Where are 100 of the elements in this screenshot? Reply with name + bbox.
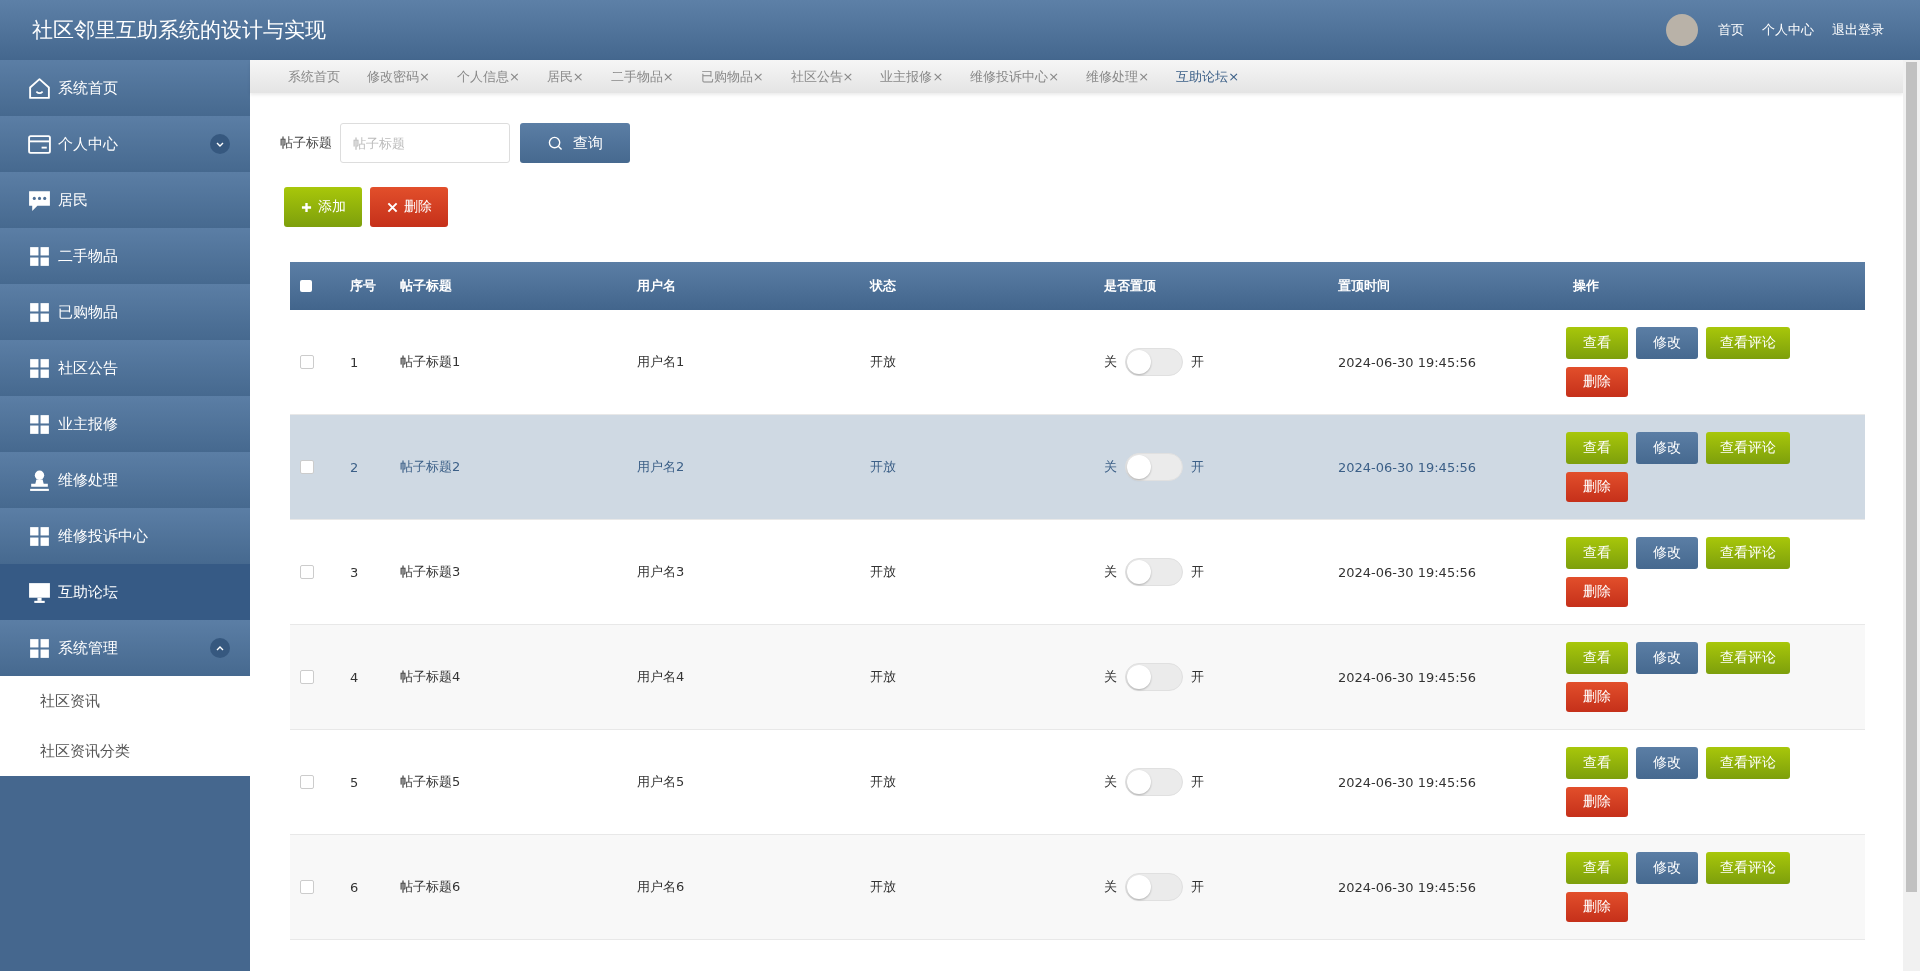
search-label: 帖子标题 xyxy=(280,134,332,152)
tab[interactable]: 维修处理× xyxy=(1086,67,1150,86)
row-checkbox[interactable] xyxy=(300,880,314,894)
switch-on-label: 开 xyxy=(1191,668,1204,686)
tab[interactable]: 业主报修× xyxy=(880,67,944,86)
delete-button[interactable]: 删除 xyxy=(1566,577,1628,607)
edit-button[interactable]: 修改 xyxy=(1636,747,1698,779)
toggle-switch[interactable] xyxy=(1125,873,1183,901)
sidebar-item[interactable]: 维修投诉中心 xyxy=(0,508,250,564)
delete-button[interactable]: 删除 xyxy=(1566,787,1628,817)
tab[interactable]: 二手物品× xyxy=(610,67,674,86)
tab[interactable]: 系统首页 xyxy=(288,67,340,86)
table-cell: 帖子标题1 xyxy=(400,353,461,371)
switch-off-label: 关 xyxy=(1104,878,1117,896)
row-checkbox[interactable] xyxy=(300,775,314,789)
avatar-icon[interactable] xyxy=(1666,14,1698,46)
table-cell: 用户名3 xyxy=(637,563,685,581)
switch-off-label: 关 xyxy=(1104,668,1117,686)
edit-button[interactable]: 修改 xyxy=(1636,327,1698,359)
tab[interactable]: 互助论坛× xyxy=(1176,67,1240,86)
table-cell: 2024-06-30 19:45:56 xyxy=(1338,459,1477,475)
sidebar-item[interactable]: 业主报修 xyxy=(0,396,250,452)
table-cell: 开放 xyxy=(870,668,896,686)
delete-button[interactable]: 删除 xyxy=(1566,367,1628,397)
column-header: 状态 xyxy=(868,277,897,295)
tab[interactable]: 社区公告× xyxy=(790,67,854,86)
switch-on-label: 开 xyxy=(1191,563,1204,581)
sidebar-item[interactable]: 居民 xyxy=(0,172,250,228)
toggle-switch[interactable] xyxy=(1125,558,1183,586)
column-header: 用户名 xyxy=(636,277,677,295)
sidebar-item[interactable]: 系统管理 xyxy=(0,620,250,676)
sidebar-item[interactable]: 个人中心 xyxy=(0,116,250,172)
switch-off-label: 关 xyxy=(1104,458,1117,476)
search-button[interactable]: 查询 xyxy=(520,123,630,163)
toggle-switch[interactable] xyxy=(1125,348,1183,376)
sidebar-item[interactable]: 互助论坛 xyxy=(0,564,250,620)
table-row[interactable]: 2 帖子标题2 用户名2 开放 关 开 2024-06-30 19:45:56 查看 修改 查看评论 删除 xyxy=(290,415,1865,520)
delete-button[interactable]: 删除 xyxy=(370,187,448,227)
delete-button[interactable]: 删除 xyxy=(1566,892,1628,922)
edit-button[interactable]: 修改 xyxy=(1636,642,1698,674)
toggle-switch[interactable] xyxy=(1125,663,1183,691)
sidebar-item[interactable]: 系统首页 xyxy=(0,60,250,116)
column-header: 是否置顶 xyxy=(1103,277,1157,295)
column-header: 置顶时间 xyxy=(1337,277,1391,295)
edit-button[interactable]: 修改 xyxy=(1636,852,1698,884)
row-checkbox[interactable] xyxy=(300,355,314,369)
switch-on-label: 开 xyxy=(1191,773,1204,791)
table-cell: 2024-06-30 19:45:56 xyxy=(1338,774,1477,790)
table-cell: 用户名5 xyxy=(637,773,685,791)
table-cell: 帖子标题4 xyxy=(400,668,461,686)
table-row[interactable]: 4 帖子标题4 用户名4 开放 关 开 2024-06-30 19:45:56 查看 修改 查看评论 删除 xyxy=(290,625,1865,730)
sidebar-item[interactable]: 社区公告 xyxy=(0,340,250,396)
row-checkbox[interactable] xyxy=(300,670,314,684)
chevron-icon[interactable] xyxy=(210,134,230,154)
table-cell: 6 xyxy=(350,879,359,895)
table-cell: 3 xyxy=(350,564,359,580)
scrollbar[interactable] xyxy=(1903,60,1920,971)
table-cell: 用户名4 xyxy=(637,668,685,686)
tab[interactable]: 已购物品× xyxy=(700,67,764,86)
tab[interactable]: 个人信息× xyxy=(456,67,520,86)
switch-on-label: 开 xyxy=(1191,458,1204,476)
tab[interactable]: 维修投诉中心× xyxy=(970,67,1060,86)
column-header: 帖子标题 xyxy=(399,277,453,295)
header-link[interactable]: 退出登录 xyxy=(1832,21,1884,39)
edit-button[interactable]: 修改 xyxy=(1636,432,1698,464)
table-row[interactable]: 6 帖子标题6 用户名6 开放 关 开 2024-06-30 19:45:56 查看 修改 查看评论 删除 xyxy=(290,835,1865,940)
delete-button[interactable]: 删除 xyxy=(1566,472,1628,502)
table-cell: 1 xyxy=(350,354,359,370)
search-field[interactable]: 帖子标题 xyxy=(340,123,510,163)
view-button[interactable]: 查看 xyxy=(1566,327,1628,359)
table-cell: 帖子标题2 xyxy=(400,458,461,476)
sidebar-item[interactable]: 维修处理 xyxy=(0,452,250,508)
table-cell: 开放 xyxy=(870,563,896,581)
chevron-icon[interactable] xyxy=(210,638,230,658)
sidebar-item[interactable]: 二手物品 xyxy=(0,228,250,284)
select-all-checkbox[interactable] xyxy=(300,280,312,292)
delete-button[interactable]: 删除 xyxy=(1566,682,1628,712)
sidebar-item[interactable]: 已购物品 xyxy=(0,284,250,340)
view-button[interactable]: 查看 xyxy=(1566,537,1628,569)
header-link[interactable]: 首页 xyxy=(1718,21,1744,39)
row-checkbox[interactable] xyxy=(300,460,314,474)
toggle-switch[interactable] xyxy=(1125,768,1183,796)
switch-on-label: 开 xyxy=(1191,353,1204,371)
table-cell: 2024-06-30 19:45:56 xyxy=(1338,879,1477,895)
switch-off-label: 关 xyxy=(1104,563,1117,581)
edit-button[interactable]: 修改 xyxy=(1636,537,1698,569)
tab[interactable]: 居民× xyxy=(546,67,584,86)
toggle-switch[interactable] xyxy=(1125,453,1183,481)
view-button[interactable]: 查看 xyxy=(1566,747,1628,779)
column-header: 操作 xyxy=(1572,277,1600,295)
table-cell: 用户名2 xyxy=(637,458,685,476)
search-icon xyxy=(547,135,563,151)
submenu-item[interactable]: 社区资讯 xyxy=(0,676,250,726)
submenu-item[interactable]: 社区资讯分类 xyxy=(0,726,250,776)
plus-icon xyxy=(300,201,312,213)
row-checkbox[interactable] xyxy=(300,565,314,579)
header-link[interactable]: 个人中心 xyxy=(1762,21,1814,39)
switch-off-label: 关 xyxy=(1104,773,1117,791)
tab[interactable]: 修改密码× xyxy=(367,67,430,86)
table-cell: 开放 xyxy=(870,773,896,791)
